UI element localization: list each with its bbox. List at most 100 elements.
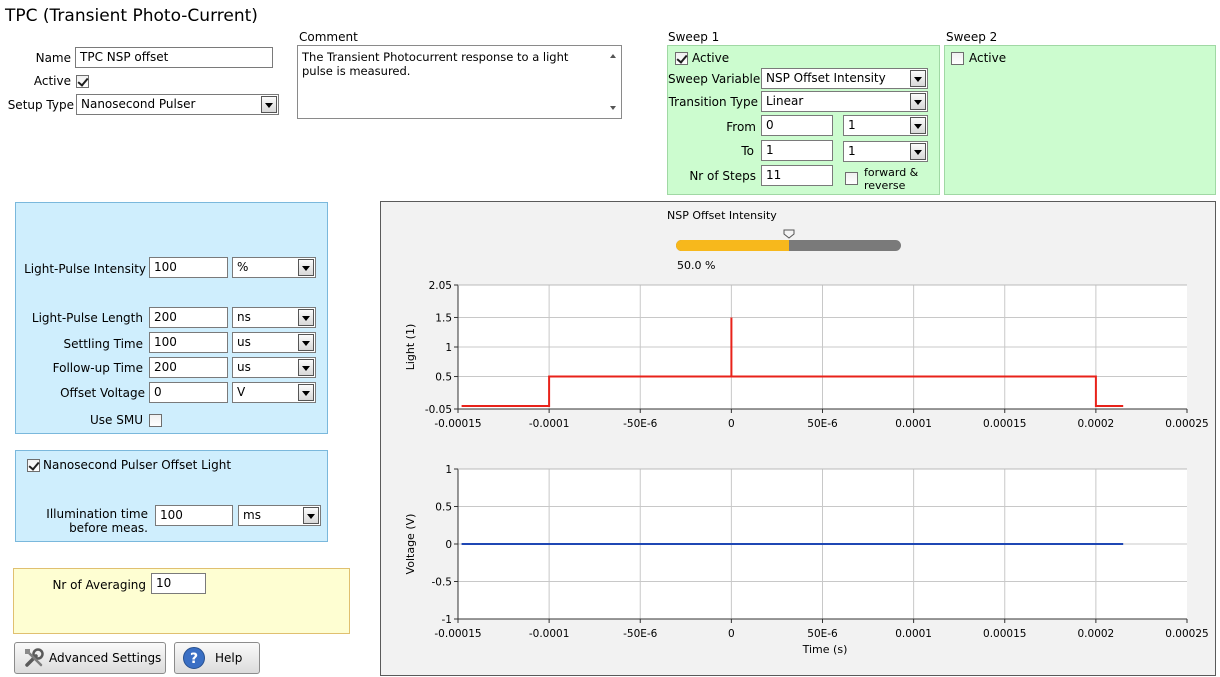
setup-type-value: Nanosecond Pulser: [81, 97, 196, 111]
offset-unit-value: V: [237, 385, 246, 399]
light-y-axis-label: Light (1): [404, 324, 417, 371]
light-x-tick-label: 0.0002: [1078, 418, 1115, 430]
sweep2-panel: [944, 45, 1216, 195]
offset-voltage-input[interactable]: 0: [149, 382, 228, 403]
illumination-time-label-1: Illumination time: [46, 507, 148, 521]
chevron-down-icon[interactable]: [298, 259, 314, 276]
from-input[interactable]: 0: [761, 115, 833, 136]
settling-time-unit-select[interactable]: us: [232, 332, 316, 353]
advanced-settings-button[interactable]: Advanced Settings: [14, 642, 166, 674]
comment-scrollbar[interactable]: [606, 46, 621, 118]
sweep-variable-label: Sweep Variable: [668, 72, 761, 86]
sweep-variable-value: NSP Offset Intensity: [766, 71, 886, 85]
follow-up-time-unit-select[interactable]: us: [232, 357, 316, 378]
offset-light-checkbox[interactable]: [27, 459, 40, 472]
chevron-down-icon[interactable]: [298, 359, 314, 376]
light-pulse-intensity-label: Light-Pulse Intensity: [24, 262, 146, 276]
to-unit-value: 1: [848, 144, 856, 158]
comment-text: The Transient Photocurrent response to a…: [302, 50, 569, 78]
voltage-x-tick-label: 50E-6: [807, 628, 838, 640]
length-unit-value: ns: [237, 310, 251, 324]
voltage-x-tick-label: 0.0002: [1078, 628, 1115, 640]
offset-voltage-unit-select[interactable]: V: [232, 382, 316, 403]
chevron-down-icon[interactable]: [910, 93, 926, 110]
setup-type-label: Setup Type: [7, 98, 74, 112]
light-x-tick-label: 0.0001: [895, 418, 932, 430]
forward-reverse-checkbox[interactable]: [845, 172, 858, 185]
sweep2-title: Sweep 2: [946, 30, 998, 44]
nr-of-steps-input[interactable]: 11: [761, 165, 833, 186]
settling-time-label: Settling Time: [63, 337, 143, 351]
chevron-down-icon[interactable]: [303, 507, 319, 524]
transition-type-select[interactable]: Linear: [761, 91, 928, 112]
settling-time-input[interactable]: 100: [149, 332, 228, 353]
sweep1-title: Sweep 1: [668, 30, 720, 44]
light-pulse-length-input[interactable]: 200: [149, 307, 228, 328]
follow-up-time-label: Follow-up Time: [52, 361, 143, 375]
from-unit-value: 1: [848, 118, 856, 132]
forward-reverse-label-2: reverse: [864, 179, 906, 192]
from-label: From: [726, 120, 756, 134]
light-y-tick-label: 0.5: [435, 372, 452, 384]
sweep2-active-label: Active: [969, 51, 1007, 65]
nr-of-averaging-input[interactable]: 10: [151, 573, 206, 594]
sweep-variable-select[interactable]: NSP Offset Intensity: [761, 68, 928, 89]
voltage-x-tick-label: 0.0001: [895, 628, 932, 640]
forward-reverse-label-1: forward &: [864, 166, 919, 179]
chevron-down-icon[interactable]: [298, 384, 314, 401]
light-pulse-length-unit-select[interactable]: ns: [232, 307, 316, 328]
illumination-time-unit-select[interactable]: ms: [238, 505, 321, 526]
chevron-down-icon[interactable]: [298, 309, 314, 326]
light-pulse-intensity-unit-select[interactable]: %: [232, 257, 316, 278]
comment-textarea[interactable]: The Transient Photocurrent response to a…: [297, 45, 622, 119]
nr-of-steps-label: Nr of Steps: [689, 169, 756, 183]
to-unit-select[interactable]: 1: [843, 141, 928, 162]
transition-type-value: Linear: [766, 94, 804, 108]
illumination-time-input[interactable]: 100: [155, 505, 233, 526]
active-checkbox[interactable]: [76, 75, 89, 88]
voltage-y-tick-label: 0: [445, 539, 452, 551]
chevron-down-icon[interactable]: [298, 334, 314, 351]
chevron-down-icon[interactable]: [910, 70, 926, 87]
svg-text:?: ?: [190, 651, 198, 667]
page-title: TPC (Transient Photo-Current): [5, 6, 258, 26]
sweep1-active-label: Active: [692, 51, 730, 65]
name-label: Name: [35, 51, 71, 65]
offset-voltage-label: Offset Voltage: [60, 386, 145, 400]
chevron-down-icon[interactable]: [910, 117, 926, 134]
tools-icon: [25, 648, 44, 667]
preview-charts: -0.00015 -0.0001 -50E-6 0 50E-6 0.0001 0.00015…: [404, 280, 1209, 656]
help-button[interactable]: ? Help: [174, 642, 260, 674]
scroll-down-icon[interactable]: [610, 106, 616, 110]
voltage-y-tick-label: -0.5: [432, 577, 453, 589]
light-x-tick-label: -0.0001: [529, 418, 570, 430]
scroll-up-icon[interactable]: [610, 54, 616, 58]
to-input[interactable]: 1: [761, 140, 833, 161]
comment-label: Comment: [299, 30, 358, 44]
voltage-y-tick-label: -1: [442, 614, 452, 626]
voltage-y-tick-label: 1: [445, 464, 452, 476]
name-field[interactable]: TPC NSP offset: [75, 47, 273, 68]
illum-unit-value: ms: [243, 508, 261, 522]
use-smu-label: Use SMU: [90, 413, 143, 427]
help-icon: ?: [183, 647, 205, 669]
from-unit-select[interactable]: 1: [843, 115, 928, 136]
advanced-settings-label: Advanced Settings: [49, 651, 162, 665]
voltage-y-axis-label: Voltage (V): [404, 514, 417, 575]
light-x-tick-label: -50E-6: [623, 418, 658, 430]
use-smu-checkbox[interactable]: [149, 414, 162, 427]
settling-unit-value: us: [237, 335, 251, 349]
light-x-tick-label: 0.00025: [1165, 418, 1208, 430]
sweep1-active-checkbox[interactable]: [675, 52, 688, 65]
light-x-tick-label: -0.00015: [434, 418, 481, 430]
follow-up-time-input[interactable]: 200: [149, 357, 228, 378]
active-label: Active: [33, 74, 71, 88]
chevron-down-icon[interactable]: [910, 143, 926, 160]
chevron-down-icon[interactable]: [261, 96, 277, 113]
setup-type-select[interactable]: Nanosecond Pulser: [76, 94, 279, 115]
sweep2-active-checkbox[interactable]: [951, 52, 964, 65]
light-y-tick-label: 2.05: [429, 280, 452, 292]
light-pulse-intensity-input[interactable]: 100: [149, 257, 228, 278]
intensity-unit-value: %: [237, 260, 249, 274]
offset-light-label: Nanosecond Pulser Offset Light: [43, 458, 232, 472]
